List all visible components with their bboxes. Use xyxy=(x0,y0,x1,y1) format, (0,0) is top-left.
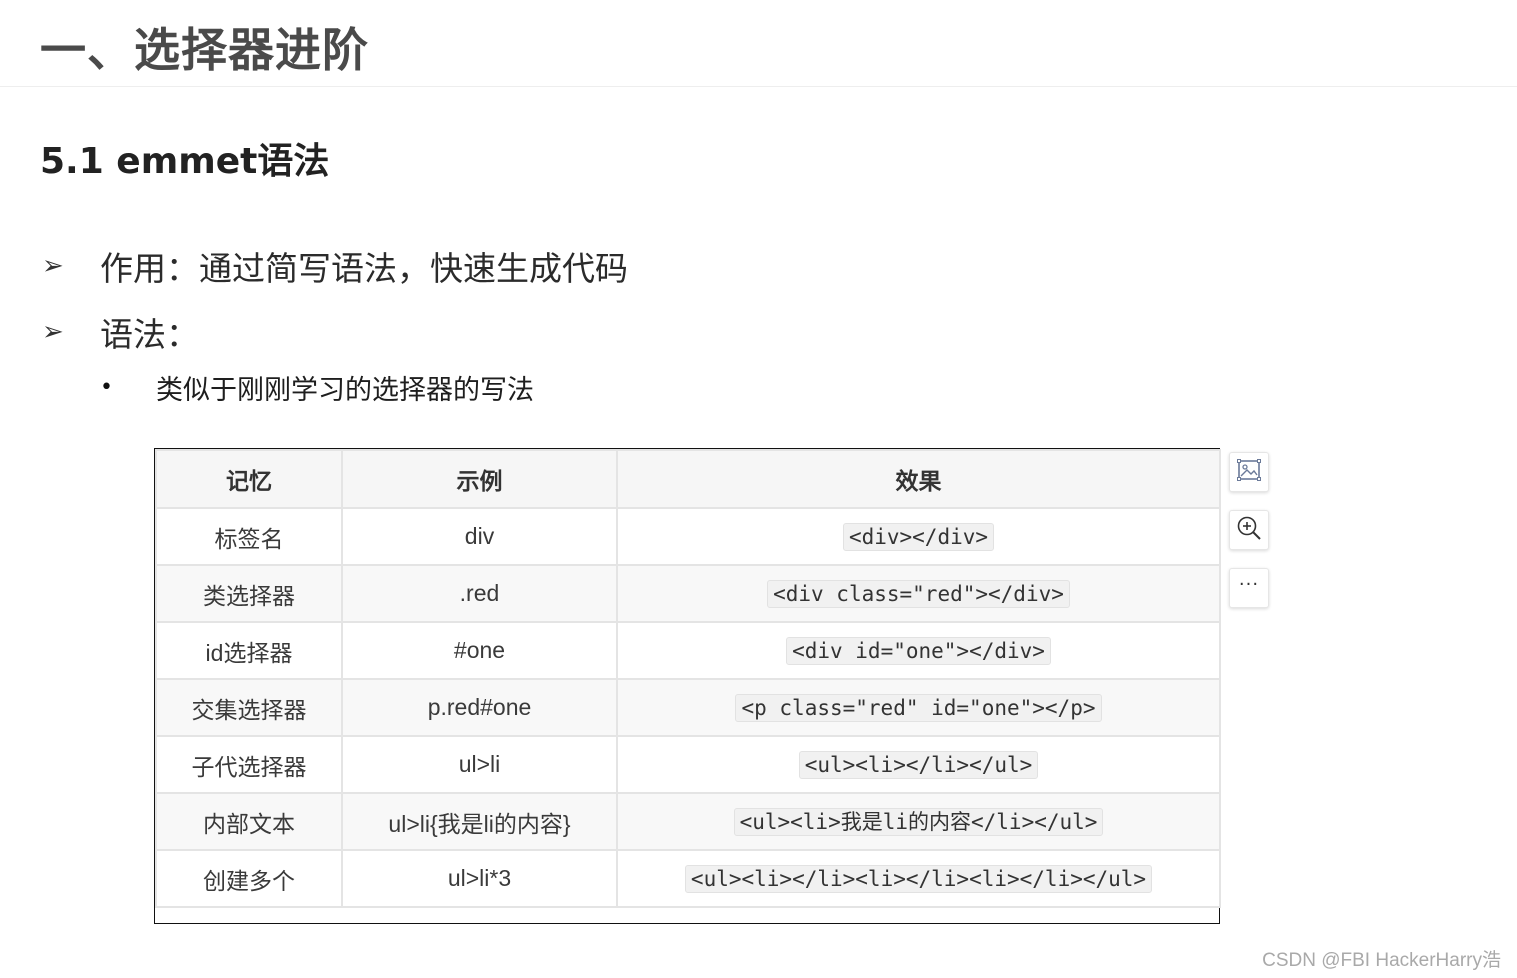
table-row: 创建多个 ul>li*3 <ul><li></li><li></li><li><… xyxy=(155,849,1221,908)
example-cell: div xyxy=(341,507,618,566)
view-image-button[interactable] xyxy=(1229,452,1269,492)
effect-code: <ul><li>我是li的内容</li></ul> xyxy=(733,807,1104,836)
effect-code: <ul><li></li></ul> xyxy=(798,750,1039,779)
effect-cell: <div class="red"></div> xyxy=(616,564,1221,623)
watermark: CSDN @FBI HackerHarry浩 xyxy=(1262,950,1501,971)
table-header-row: 记忆 示例 效果 xyxy=(155,449,1221,509)
table-row: 子代选择器 ul>li <ul><li></li></ul> xyxy=(155,735,1221,794)
example-cell: p.red#one xyxy=(341,678,618,737)
effect-code: <p class="red" id="one"></p> xyxy=(735,693,1102,722)
effect-code: <ul><li></li><li></li><li></li></ul> xyxy=(684,864,1153,893)
table-row: 内部文本 ul>li{我是li的内容} <ul><li>我是li的内容</li>… xyxy=(155,792,1221,851)
example-cell: #one xyxy=(341,621,618,680)
section-heading: 一、选择器进阶 xyxy=(40,23,369,77)
example-cell: ul>li xyxy=(341,735,618,794)
heading-divider xyxy=(0,86,1517,87)
subsection-heading: 5.1 emmet语法 xyxy=(40,141,330,182)
dot-bullet-icon: • xyxy=(100,375,113,400)
sub-bullet-text: 类似于刚刚学习的选择器的写法 xyxy=(156,375,534,406)
effect-cell: <ul><li>我是li的内容</li></ul> xyxy=(616,792,1221,851)
memory-cell: 内部文本 xyxy=(155,792,343,851)
table-row: 交集选择器 p.red#one <p class="red" id="one">… xyxy=(155,678,1221,737)
example-cell: ul>li*3 xyxy=(341,849,618,908)
column-header-effect: 效果 xyxy=(616,449,1221,509)
memory-cell: id选择器 xyxy=(155,621,343,680)
sub-bullet-item: • 类似于刚刚学习的选择器的写法 xyxy=(100,368,534,407)
effect-code: <div></div> xyxy=(842,522,995,551)
effect-cell: <ul><li></li></ul> xyxy=(616,735,1221,794)
more-options-button[interactable]: ··· xyxy=(1229,568,1269,608)
more-icon: ··· xyxy=(1238,574,1260,595)
memory-cell: 交集选择器 xyxy=(155,678,343,737)
memory-cell: 标签名 xyxy=(155,507,343,566)
table-row: id选择器 #one <div id="one"></div> xyxy=(155,621,1221,680)
example-cell: .red xyxy=(341,564,618,623)
example-cell: ul>li{我是li的内容} xyxy=(341,792,618,851)
emmet-syntax-table: 记忆 示例 效果 标签名 div <div></div> 类选择器 .red <… xyxy=(155,449,1221,908)
emmet-table-image: 记忆 示例 效果 标签名 div <div></div> 类选择器 .red <… xyxy=(154,448,1221,924)
effect-cell: <ul><li></li><li></li><li></li></ul> xyxy=(616,849,1221,908)
effect-cell: <div></div> xyxy=(616,507,1221,566)
effect-cell: <p class="red" id="one"></p> xyxy=(616,678,1221,737)
document-page: 一、选择器进阶 5.1 emmet语法 ➢ 作用：通过简写语法，快速生成代码 ➢… xyxy=(0,0,1517,978)
column-header-example: 示例 xyxy=(341,449,618,509)
memory-cell: 创建多个 xyxy=(155,849,343,908)
effect-code: <div class="red"></div> xyxy=(767,579,1070,608)
bullet-item-purpose: ➢ 作用：通过简写语法，快速生成代码 xyxy=(42,242,628,290)
bullet-text: 作用：通过简写语法，快速生成代码 xyxy=(100,249,628,288)
arrow-bullet-icon: ➢ xyxy=(42,251,64,281)
table-row: 类选择器 .red <div class="red"></div> xyxy=(155,564,1221,623)
image-toolbar: ··· xyxy=(1229,452,1271,626)
bullet-text: 语法： xyxy=(100,315,199,354)
table-row: 标签名 div <div></div> xyxy=(155,507,1221,566)
effect-cell: <div id="one"></div> xyxy=(616,621,1221,680)
image-icon xyxy=(1236,457,1262,487)
zoom-in-icon xyxy=(1235,514,1263,546)
memory-cell: 类选择器 xyxy=(155,564,343,623)
memory-cell: 子代选择器 xyxy=(155,735,343,794)
column-header-memory: 记忆 xyxy=(155,449,343,509)
zoom-in-button[interactable] xyxy=(1229,510,1269,550)
arrow-bullet-icon: ➢ xyxy=(42,317,64,347)
effect-code: <div id="one"></div> xyxy=(786,636,1051,665)
bullet-item-syntax: ➢ 语法： xyxy=(42,308,199,356)
